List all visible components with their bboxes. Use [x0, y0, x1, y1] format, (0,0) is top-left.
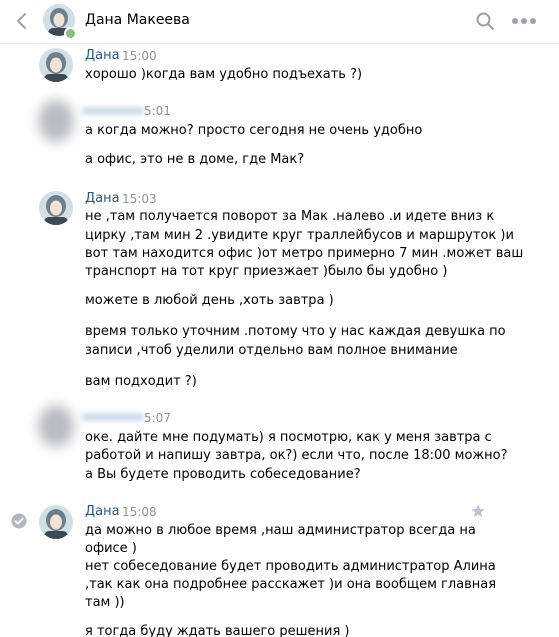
message-text: работой и напишу завтра, ок?) если что, … [85, 448, 508, 463]
message-text: цирку ,там мин 2 .увидите круг траллейбу… [85, 228, 514, 243]
message-text: а офис, это не в доме, где Мак? [85, 152, 305, 167]
message-text: не ,там получается поворот за Мак .налев… [85, 209, 495, 224]
avatar[interactable] [38, 405, 74, 447]
online-indicator [64, 27, 77, 40]
message-text: вам подходит ?) [85, 374, 197, 389]
message-author[interactable]: Дана [85, 191, 120, 206]
message-text: хорошо )когда вам удобно подъехать ?) [85, 67, 363, 82]
message-author[interactable]: Дана [85, 504, 120, 519]
chat-header: Дана Макеева [0, 0, 559, 44]
message-text: там )) [85, 595, 125, 610]
message-time[interactable]: 5:07 [144, 411, 171, 425]
message-time[interactable]: 15:08 [122, 505, 157, 519]
search-icon[interactable] [475, 11, 495, 31]
message-time[interactable]: 5:01 [144, 104, 171, 118]
chevron-left-icon[interactable] [12, 11, 32, 31]
message-text: нет собеседование будет проводить админи… [85, 559, 496, 574]
message-author[interactable]: Дана [85, 48, 120, 63]
message-time[interactable]: 15:00 [122, 49, 157, 63]
message-author[interactable] [82, 108, 144, 114]
message-author[interactable] [82, 414, 144, 420]
message-text: а когда можно? просто сегодня не очень у… [85, 123, 423, 138]
message-text: я тогда буду ждать вашего решения ) [85, 624, 350, 637]
message-text: транспорт на тот круг приезжает )было бы… [85, 264, 448, 279]
star-icon[interactable] [470, 503, 486, 519]
message-text: оке. дайте мне подумать) я посмотрю, как… [85, 430, 492, 445]
message-text: а Вы будете проводить собеседование? [85, 467, 361, 482]
message-text: да можно в любое время ,наш администрато… [85, 523, 476, 538]
more-icon[interactable] [511, 17, 537, 25]
avatar[interactable] [39, 48, 73, 82]
message-text: ,так как она подробнее расскажет )и она … [85, 577, 497, 592]
message-time[interactable]: 15:03 [122, 192, 157, 206]
chat-window: Дана Макеева Дана 15:00 хорошо )когда ва… [0, 0, 559, 637]
message-text: записи ,чтоб уделили отдельно вам полное… [85, 343, 458, 358]
avatar[interactable] [39, 191, 73, 225]
avatar[interactable] [39, 505, 73, 539]
message-text: вот там находится офис )от метро примерн… [85, 246, 524, 261]
message-text: офисе ) [85, 541, 137, 556]
avatar[interactable] [38, 100, 74, 142]
message-text: время только уточним .потому что у нас к… [85, 324, 506, 339]
chat-title[interactable]: Дана Макеева [85, 12, 190, 28]
message-text: можете в любой день ,хоть завтра ) [85, 293, 334, 308]
check-circle-icon[interactable] [11, 513, 27, 529]
